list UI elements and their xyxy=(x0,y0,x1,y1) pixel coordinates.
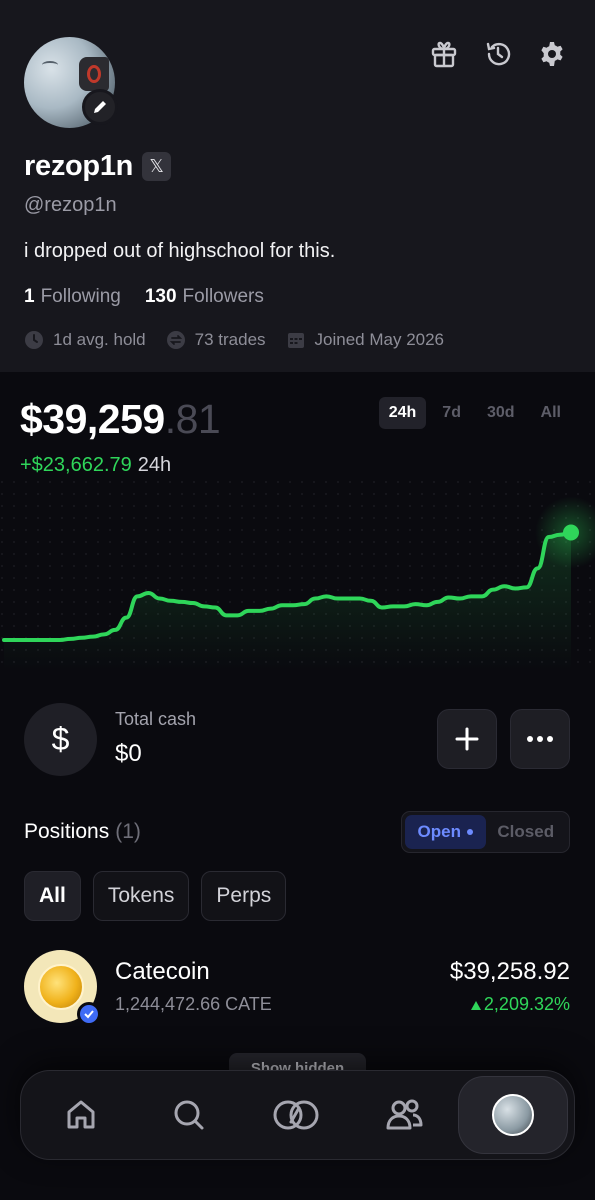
open-closed-toggle: Open Closed xyxy=(401,811,570,853)
nav-search[interactable] xyxy=(135,1076,243,1154)
balance-cents: .81 xyxy=(164,396,221,442)
gift-icon[interactable] xyxy=(428,38,460,70)
gear-icon[interactable] xyxy=(536,38,568,70)
portfolio-balance: $39,259.81 xyxy=(20,396,221,443)
balance-main: $39,259 xyxy=(20,396,165,442)
nav-profile[interactable] xyxy=(458,1076,568,1154)
token-amount: 1,244,472.66 CATE xyxy=(115,994,272,1014)
swap-icon xyxy=(273,1100,319,1130)
clock-icon xyxy=(25,331,43,349)
following-link[interactable]: 1 Following xyxy=(24,286,121,308)
portfolio-chart[interactable] xyxy=(0,480,595,670)
plus-icon xyxy=(455,727,479,751)
following-label: Following xyxy=(40,286,121,307)
nav-home[interactable] xyxy=(27,1076,135,1154)
more-icon xyxy=(527,736,553,742)
verified-check-icon xyxy=(77,1002,101,1026)
range-24h[interactable]: 24h xyxy=(378,397,427,429)
bottom-nav xyxy=(20,1070,575,1160)
x-logo-icon[interactable]: 𝕏 xyxy=(142,152,172,181)
range-7d[interactable]: 7d xyxy=(432,397,471,429)
search-icon xyxy=(174,1100,204,1130)
positions-header: Positions (1) xyxy=(24,820,141,844)
edit-avatar-button[interactable] xyxy=(82,89,118,125)
user-handle: @rezop1n xyxy=(24,194,117,216)
trades-text: 73 trades xyxy=(194,330,266,349)
followers-link[interactable]: 130 Followers xyxy=(145,286,264,308)
following-count: 1 xyxy=(24,286,35,307)
position-filters: All Tokens Perps xyxy=(24,871,287,921)
positions-count: (1) xyxy=(115,820,141,843)
joined-stat: Joined May 2026 xyxy=(286,330,444,350)
filter-perps[interactable]: Perps xyxy=(201,871,287,921)
toggle-open-label: Open xyxy=(417,822,461,841)
followers-count: 130 xyxy=(144,286,177,307)
joined-text: Joined May 2026 xyxy=(314,330,445,349)
positions-title: Positions xyxy=(24,820,110,843)
pnl-period: 24h xyxy=(137,454,172,476)
pnl-value: +$23,662.79 xyxy=(20,454,132,476)
user-bio: i dropped out of highschool for this. xyxy=(24,240,336,262)
avg-hold-stat: 1d avg. hold xyxy=(24,330,146,350)
filter-tokens[interactable]: Tokens xyxy=(92,871,190,921)
range-30d[interactable]: 30d xyxy=(477,397,525,429)
token-change: 2,209.32% xyxy=(470,994,570,1015)
cash-icon: $ xyxy=(24,703,97,776)
followers-label: Followers xyxy=(182,286,264,307)
filter-all[interactable]: All xyxy=(24,871,81,921)
token-name: Catecoin xyxy=(115,958,210,985)
swap-arrows-icon xyxy=(166,331,185,349)
trades-stat: 73 trades xyxy=(166,330,266,350)
add-cash-button[interactable] xyxy=(437,709,497,769)
avg-hold-text: 1d avg. hold xyxy=(53,330,146,349)
more-options-button[interactable] xyxy=(510,709,570,769)
token-change-value: 2,209.32% xyxy=(483,994,570,1014)
pencil-icon xyxy=(94,101,106,113)
active-dot xyxy=(466,829,473,835)
chart-end-point xyxy=(563,524,579,541)
nav-social[interactable] xyxy=(350,1076,458,1154)
toggle-open[interactable]: Open xyxy=(405,815,486,849)
profile-header: rezop1n 𝕏 @rezop1n i dropped out of high… xyxy=(0,0,595,372)
profile-avatar-icon xyxy=(492,1094,535,1136)
username: rezop1n xyxy=(24,150,134,182)
range-selector: 24h 7d 30d All xyxy=(378,397,571,429)
up-triangle-icon xyxy=(470,1001,481,1010)
home-icon xyxy=(67,1100,95,1129)
range-all[interactable]: All xyxy=(531,397,571,429)
pnl-line: +$23,662.79 24h xyxy=(20,454,171,477)
calendar-icon xyxy=(287,333,304,348)
token-value: $39,258.92 xyxy=(449,958,570,985)
nav-trade[interactable] xyxy=(243,1076,351,1154)
history-icon[interactable] xyxy=(482,38,514,70)
people-icon xyxy=(386,1099,423,1130)
total-cash-value: $0 xyxy=(115,740,142,767)
toggle-closed[interactable]: Closed xyxy=(486,815,567,849)
total-cash-label: Total cash xyxy=(115,709,197,729)
